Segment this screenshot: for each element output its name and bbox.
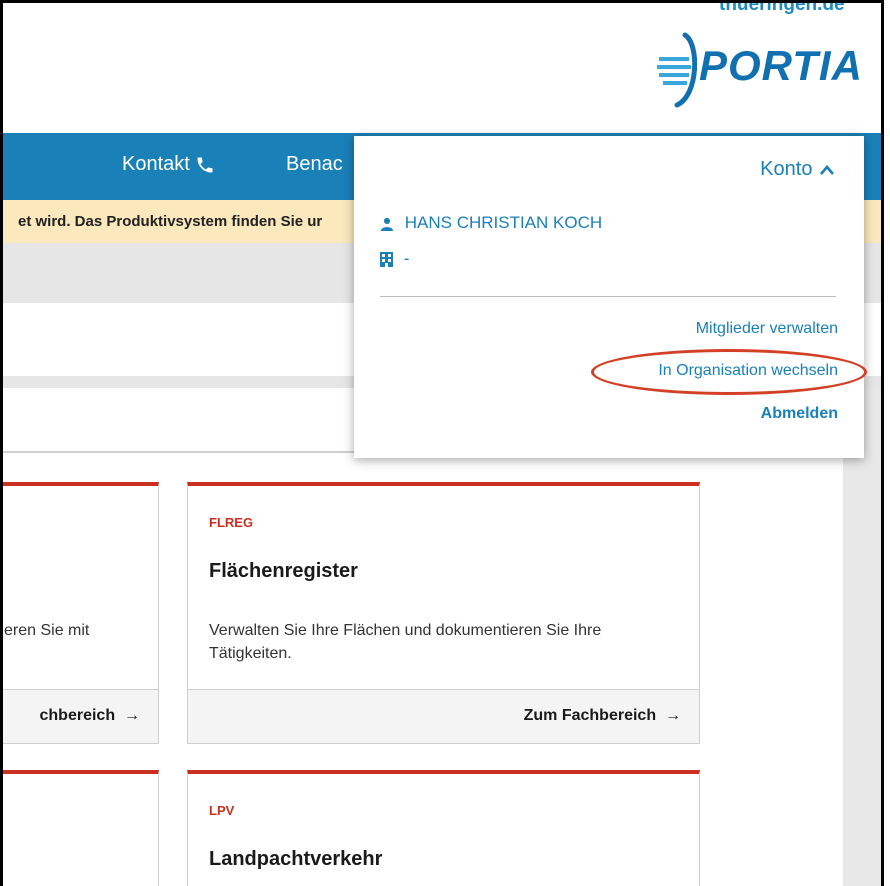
account-menu-title: Konto: [760, 158, 813, 180]
module-card-link-label: chbereich: [39, 707, 116, 724]
user-icon: [380, 217, 394, 231]
module-card-title: Flächenregister: [209, 560, 358, 582]
nav-benachrichtigungen[interactable]: Benac: [286, 153, 343, 176]
logo-wordmark: PORTIA: [699, 42, 863, 89]
module-card-description: eren Sie mit: [4, 622, 90, 639]
module-card-description: Verwalten Sie Ihre Flächen und dokumenti…: [209, 622, 602, 662]
module-card-link[interactable]: Zum Fachbereich →: [524, 707, 681, 725]
account-organization: -: [380, 249, 409, 269]
side-column: [843, 388, 881, 886]
nav-kontakt[interactable]: Kontakt: [122, 153, 215, 176]
arrow-right-icon: →: [119, 707, 140, 724]
module-card-1: eren Sie mit chbereich →: [3, 482, 159, 744]
chevron-up-icon: [820, 164, 834, 175]
phone-icon: [197, 157, 213, 173]
module-card-lpv: LPV Landpachtverkehr: [187, 770, 700, 886]
nav-kontakt-label: Kontakt: [122, 153, 190, 175]
building-icon: [380, 252, 393, 268]
module-card-title: Landpachtverkehr: [209, 848, 383, 870]
account-user-name: HANS CHRISTIAN KOCH: [404, 213, 603, 232]
module-card-footer[interactable]: Zum Fachbereich →: [188, 689, 699, 743]
module-card-3: [3, 770, 159, 886]
account-menu-toggle[interactable]: Konto: [760, 158, 836, 181]
account-menu-divider: [380, 296, 836, 297]
module-card-code: FLREG: [209, 515, 254, 530]
logout-link[interactable]: Abmelden: [761, 405, 838, 423]
account-dropdown: Konto HANS CHRISTIAN KOCH - Mitglieder v…: [354, 136, 864, 458]
module-card-flreg: FLREG Flächenregister Verwalten Sie Ihre…: [187, 482, 700, 744]
highlight-annotation: [591, 349, 867, 395]
module-card-link-label: Zum Fachbereich: [523, 707, 657, 724]
portia-logo-icon: [657, 32, 697, 108]
account-user: HANS CHRISTIAN KOCH: [380, 213, 602, 233]
manage-members-link[interactable]: Mitglieder verwalten: [696, 320, 838, 338]
module-card-link[interactable]: chbereich →: [40, 707, 141, 725]
arrow-right-icon: →: [660, 707, 681, 724]
browser-viewport: thueringen.de PORTIA Kontakt Benac et wi…: [0, 0, 884, 886]
portia-logo[interactable]: PORTIA: [655, 29, 862, 109]
account-organization-name: -: [403, 249, 410, 268]
site-header: thueringen.de PORTIA: [3, 0, 881, 133]
site-domain: thueringen.de: [719, 0, 845, 15]
module-card-footer[interactable]: chbereich →: [3, 689, 158, 743]
system-notice-text: et wird. Das Produktivsystem finden Sie …: [18, 213, 323, 230]
module-card-code: LPV: [209, 803, 235, 818]
